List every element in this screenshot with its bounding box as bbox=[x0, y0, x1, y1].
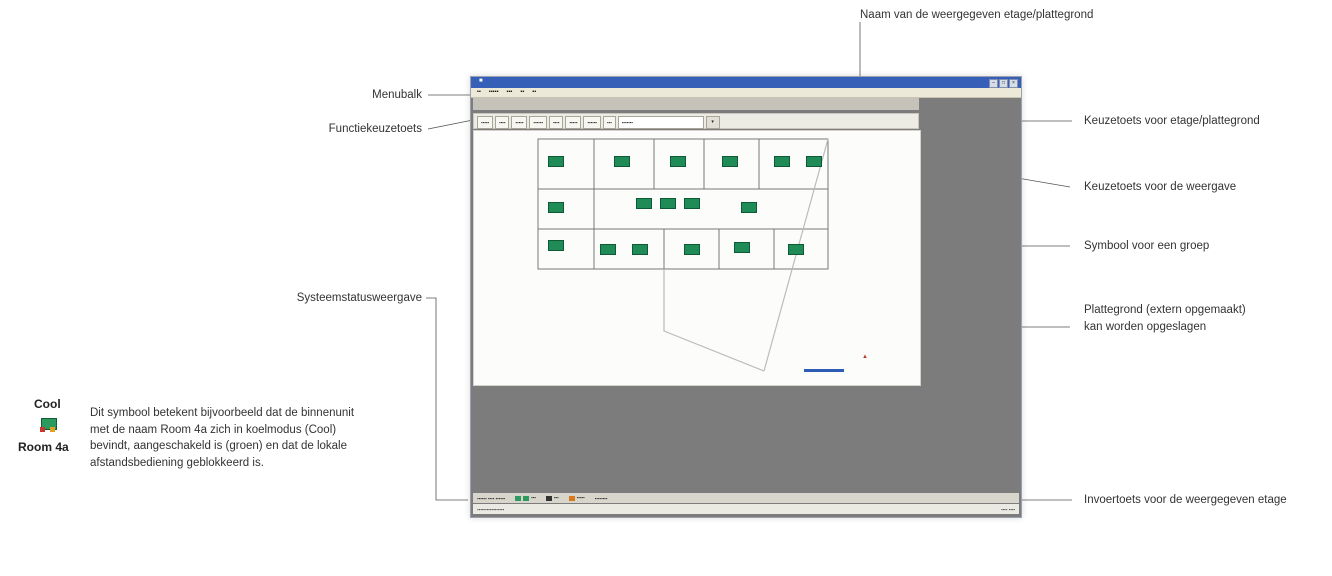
callout-system-status: Systeemstatusweergave bbox=[296, 292, 422, 304]
status-indicator: ▪▪▪ bbox=[515, 495, 536, 501]
close-button[interactable]: × bbox=[1009, 79, 1018, 88]
callout-menubar: Menubalk bbox=[372, 89, 422, 101]
group-unit-icon[interactable] bbox=[668, 153, 686, 167]
group-unit-icon[interactable] bbox=[634, 195, 652, 209]
legend-line: afstandsbediening geblokkeerd is. bbox=[90, 456, 264, 469]
floorplan-outline bbox=[537, 138, 829, 372]
status-text: ▪▪▪▪▪▪▪▪▪▪▪▪▪▪▪▪▪ bbox=[477, 506, 505, 512]
title-bar: ■ – □ × bbox=[471, 77, 1021, 88]
group-unit-icon[interactable] bbox=[598, 241, 616, 255]
menu-item[interactable]: ▪▪ bbox=[532, 88, 536, 97]
callout-group-symbol: Symbool voor een groep bbox=[1084, 240, 1210, 252]
floorplan-canvas[interactable]: ▲ bbox=[473, 130, 921, 386]
legend-mode-label: Cool bbox=[34, 397, 61, 411]
group-unit-icon[interactable] bbox=[658, 195, 676, 209]
group-unit-icon[interactable] bbox=[682, 241, 700, 255]
group-unit-icon[interactable] bbox=[772, 153, 790, 167]
group-unit-icon[interactable] bbox=[739, 199, 757, 213]
group-unit-icon[interactable] bbox=[732, 239, 750, 253]
app-window: ■ – □ × ▪▪ ▪▪▪▪▪ ▪▪▪ ▪▪ ▪▪ ▪▪▪▪▪ ▪▪▪▪ ▪▪… bbox=[470, 76, 1022, 518]
status-text: ▪▪▪▪▪▪ ▪▪▪▪ ▪▪▪▪▪▪ bbox=[477, 495, 506, 501]
function-button[interactable]: ▪▪▪▪ bbox=[494, 116, 510, 129]
floor-input-button[interactable]: ▪▪▪▪▪▪▪▪ bbox=[595, 496, 608, 501]
header-strip bbox=[473, 98, 919, 110]
menu-item[interactable]: ▪▪▪ bbox=[507, 88, 513, 97]
status-indicator: ▪▪▪▪▪ bbox=[568, 495, 585, 501]
callout-floor-select: Keuzetoets voor etage/plattegrond bbox=[1084, 115, 1260, 127]
function-button[interactable]: ▪▪▪▪ bbox=[548, 116, 564, 129]
status-indicator: ▪▪▪ bbox=[545, 495, 559, 501]
menubar: ▪▪ ▪▪▪▪▪ ▪▪▪ ▪▪ ▪▪ bbox=[471, 88, 1021, 98]
menu-item[interactable]: ▪▪ bbox=[521, 88, 525, 97]
function-button[interactable]: ▪▪▪▪▪ bbox=[477, 116, 493, 129]
group-unit-icon[interactable] bbox=[786, 241, 804, 255]
function-button[interactable]: ▪▪▪▪▪ bbox=[565, 116, 582, 129]
group-unit-icon[interactable] bbox=[612, 153, 630, 167]
floor-select-button[interactable]: ▾ bbox=[705, 116, 720, 129]
callout-function-keys: Functiekeuzetoets bbox=[328, 123, 422, 135]
callout-floorplan-line1: Plattegrond (extern opgemaakt) bbox=[1084, 304, 1246, 316]
indoor-unit-icon bbox=[40, 416, 57, 432]
function-toolbar: ▪▪▪▪▪ ▪▪▪▪ ▪▪▪▪▪ ▪▪▪▪▪▪ ▪▪▪▪ ▪▪▪▪▪ ▪▪▪▪▪… bbox=[473, 113, 919, 129]
function-button[interactable]: ▪▪▪▪▪ bbox=[511, 116, 528, 129]
menu-item[interactable]: ▪▪▪▪▪ bbox=[489, 88, 499, 97]
window-title: ■ bbox=[479, 78, 483, 84]
group-unit-icon[interactable] bbox=[546, 153, 564, 167]
floor-name-field[interactable]: ▪▪▪▪▪▪▪ bbox=[617, 116, 704, 129]
plan-scale-bar bbox=[804, 369, 844, 372]
plan-logo: ▲ bbox=[862, 354, 868, 360]
group-unit-icon[interactable] bbox=[630, 241, 648, 255]
view-select-button[interactable]: ▪▪▪▪▪▪ bbox=[583, 116, 601, 129]
status-text: ▪▪▪▪ ▪▪▪▪ bbox=[1000, 506, 1015, 512]
window-controls: – □ × bbox=[989, 79, 1018, 88]
callout-floor-name: Naam van de weergegeven etage/plattegron… bbox=[860, 9, 1094, 21]
group-unit-icon[interactable] bbox=[546, 237, 564, 251]
legend-unit-name: Room 4a bbox=[18, 440, 69, 454]
callout-floor-input: Invoertoets voor de weergegeven etage bbox=[1084, 494, 1287, 506]
group-unit-icon[interactable] bbox=[720, 153, 738, 167]
legend-line: Dit symbool betekent bijvoorbeeld dat de… bbox=[90, 407, 355, 419]
system-status-bar: ▪▪▪▪▪▪ ▪▪▪▪ ▪▪▪▪▪▪ ▪▪▪ ▪▪▪ ▪▪▪▪▪ ▪▪▪▪▪▪▪… bbox=[473, 493, 1019, 503]
maximize-button[interactable]: □ bbox=[999, 79, 1008, 88]
legend-line: met de naam Room 4a zich in koelmodus (C… bbox=[90, 423, 337, 436]
group-unit-icon[interactable] bbox=[546, 199, 564, 213]
legend-description: Dit symbool betekent bijvoorbeeld dat de… bbox=[90, 405, 420, 471]
callout-view-select: Keuzetoets voor de weergave bbox=[1084, 181, 1237, 193]
group-unit-icon[interactable] bbox=[682, 195, 700, 209]
legend-line: bevindt, aangeschakeld is (groen) en dat… bbox=[90, 440, 348, 452]
bottom-status-bar: ▪▪▪▪▪▪▪▪▪▪▪▪▪▪▪▪▪ ▪▪▪▪ ▪▪▪▪ bbox=[473, 504, 1019, 514]
function-button[interactable]: ▪▪▪ bbox=[602, 116, 616, 129]
menu-item[interactable]: ▪▪ bbox=[477, 88, 481, 97]
minimize-button[interactable]: – bbox=[989, 79, 998, 88]
callout-floorplan-line2: kan worden opgeslagen bbox=[1084, 321, 1207, 333]
group-unit-icon[interactable] bbox=[804, 153, 822, 167]
function-button[interactable]: ▪▪▪▪▪▪ bbox=[529, 116, 547, 129]
